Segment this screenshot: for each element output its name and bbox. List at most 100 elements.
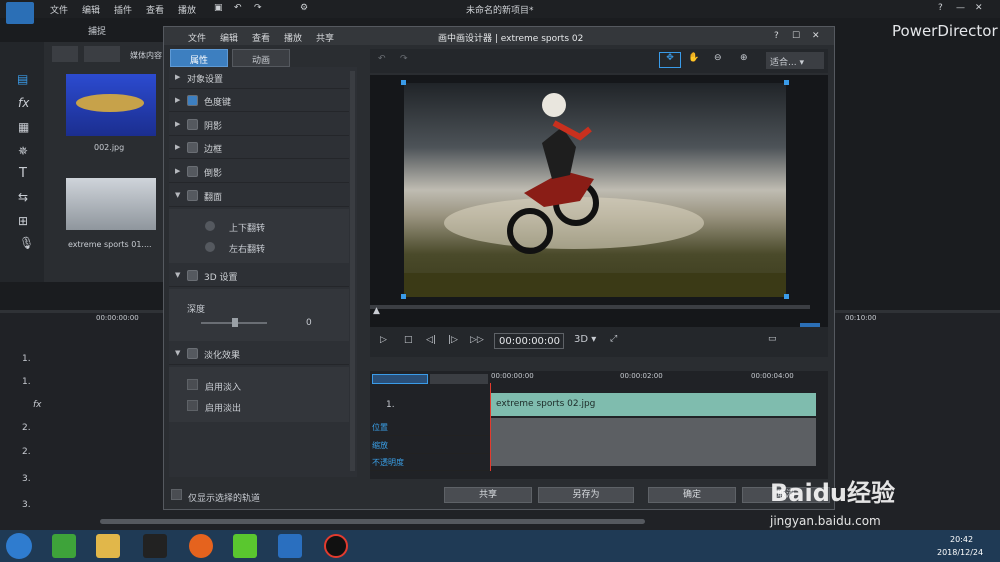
kf-row-opacity[interactable]: 不透明度: [370, 454, 490, 471]
menu-plugins[interactable]: 插件: [114, 3, 132, 16]
shadow-checkbox[interactable]: [187, 119, 198, 130]
main-timeline-scrollbar[interactable]: [100, 519, 645, 524]
hand-tool-icon[interactable]: ✋: [688, 53, 699, 63]
browser-360-icon[interactable]: [52, 534, 76, 558]
reflection-checkbox[interactable]: [187, 166, 198, 177]
menu-view[interactable]: 查看: [146, 3, 164, 16]
section-border[interactable]: ▶ 边框: [169, 137, 349, 159]
fullscreen-icon[interactable]: ⤢: [610, 334, 617, 344]
fx-room-icon[interactable]: fx: [18, 96, 29, 110]
dlg-menu-view[interactable]: 查看: [252, 31, 270, 44]
plugin-icon[interactable]: [84, 46, 120, 62]
dlg-menu-share[interactable]: 共享: [316, 31, 334, 44]
minimize-button[interactable]: —: [956, 3, 965, 13]
file-explorer-icon[interactable]: [96, 534, 120, 558]
play-icon[interactable]: ▷: [380, 335, 387, 345]
fast-forward-icon[interactable]: ▷▷: [470, 335, 484, 345]
dialog-maximize-button[interactable]: ☐: [792, 31, 800, 41]
next-frame-icon[interactable]: |▷: [448, 335, 458, 345]
media-content-tab[interactable]: 媒体内容: [130, 50, 162, 61]
properties-scrollbar[interactable]: [350, 71, 355, 471]
dlg-menu-file[interactable]: 文件: [188, 31, 206, 44]
depth-slider-thumb[interactable]: [232, 318, 238, 327]
resize-handle[interactable]: [401, 294, 406, 299]
close-button[interactable]: ✕: [975, 3, 983, 13]
dlg-menu-play[interactable]: 播放: [284, 31, 302, 44]
firefox-icon[interactable]: [189, 534, 213, 558]
section-shadow[interactable]: ▶ 阴影: [169, 114, 349, 136]
resize-handle[interactable]: [784, 294, 789, 299]
section-3d[interactable]: ▼ 3D 设置: [169, 265, 349, 287]
only-selected-checkbox[interactable]: [171, 489, 182, 500]
media-app-icon[interactable]: [233, 534, 257, 558]
menu-file[interactable]: 文件: [50, 3, 68, 16]
section-reflection[interactable]: ▶ 倒影: [169, 161, 349, 183]
flip-horizontal-radio[interactable]: [205, 242, 215, 252]
clip-extreme-sports[interactable]: extreme sports 02.jpg: [490, 393, 816, 416]
display-settings-icon[interactable]: ▭: [768, 334, 777, 344]
section-object-settings[interactable]: ▶ 对象设置: [169, 67, 349, 89]
media-thumb-002[interactable]: [66, 74, 156, 136]
pip-room-icon[interactable]: ▦: [18, 120, 29, 134]
share-button[interactable]: 共享: [444, 487, 532, 503]
tab-animation[interactable]: 动画: [232, 49, 290, 67]
fit-dropdown[interactable]: 适合... ▾: [766, 52, 824, 69]
keyframe-view-button[interactable]: [430, 374, 488, 384]
dlg-menu-edit[interactable]: 编辑: [220, 31, 238, 44]
flip-checkbox[interactable]: [187, 190, 198, 201]
stop-icon[interactable]: □: [404, 335, 413, 345]
menu-play[interactable]: 播放: [178, 3, 196, 16]
fade-checkbox[interactable]: [187, 348, 198, 359]
particle-room-icon[interactable]: ✵: [18, 144, 28, 158]
resize-handle[interactable]: [784, 80, 789, 85]
section-fade[interactable]: ▼ 淡化效果: [169, 343, 349, 365]
title-room-icon[interactable]: T: [19, 166, 27, 181]
keyframe-area[interactable]: [490, 418, 816, 466]
voice-record-icon[interactable]: 🎙: [19, 236, 34, 250]
dialog-help-button[interactable]: ?: [774, 31, 779, 41]
fade-in-checkbox[interactable]: [187, 379, 198, 390]
resize-handle[interactable]: [401, 80, 406, 85]
kf-row-scale[interactable]: 缩放: [370, 437, 490, 454]
section-flip[interactable]: ▼ 翻面: [169, 185, 349, 207]
3d-checkbox[interactable]: [187, 270, 198, 281]
transition-room-icon[interactable]: ⇆: [18, 190, 28, 204]
save-as-button[interactable]: 另存为: [538, 487, 634, 503]
audio-mix-room-icon[interactable]: ⊞: [18, 214, 28, 228]
playhead[interactable]: [490, 383, 491, 471]
powerdirector-taskbar-icon[interactable]: [278, 534, 302, 558]
chroma-key-checkbox[interactable]: [187, 95, 198, 106]
dialog-close-button[interactable]: ✕: [812, 31, 820, 41]
move-tool-icon[interactable]: ✥: [659, 52, 681, 68]
kf-row-position[interactable]: 位置: [370, 419, 490, 436]
3d-mode-dropdown[interactable]: 3D ▾: [574, 334, 596, 345]
flip-vertical-radio[interactable]: [205, 221, 215, 231]
import-icon[interactable]: [52, 46, 78, 62]
media-thumb-extreme[interactable]: [66, 178, 156, 230]
prev-frame-icon[interactable]: ◁|: [426, 335, 436, 345]
redo-icon[interactable]: ↷: [254, 3, 262, 13]
video-frame[interactable]: [404, 83, 786, 297]
settings-gear-icon[interactable]: ⚙: [300, 3, 308, 13]
ok-button[interactable]: 确定: [648, 487, 736, 503]
tab-properties[interactable]: 属性: [170, 49, 228, 67]
qq-icon[interactable]: [143, 534, 167, 558]
record-icon[interactable]: [324, 534, 348, 558]
section-chroma-key[interactable]: ▶ 色度键: [169, 90, 349, 112]
redo-icon[interactable]: ↷: [400, 54, 408, 64]
fade-out-checkbox[interactable]: [187, 400, 198, 411]
menu-edit[interactable]: 编辑: [82, 3, 100, 16]
zoom-in-icon[interactable]: ⊕: [740, 53, 748, 63]
track-view-button[interactable]: [372, 374, 428, 384]
undo-icon[interactable]: ↶: [234, 3, 242, 13]
capture-tab[interactable]: 捕捉: [88, 24, 106, 37]
border-checkbox[interactable]: [187, 142, 198, 153]
scrubber-thumb-icon[interactable]: ▲: [373, 306, 380, 316]
zoom-out-icon[interactable]: ⊖: [714, 53, 722, 63]
media-room-icon[interactable]: ▤: [17, 72, 28, 86]
preview-scrubber[interactable]: [370, 305, 810, 309]
save-icon[interactable]: ▣: [214, 3, 223, 13]
start-button[interactable]: [6, 533, 32, 559]
undo-icon[interactable]: ↶: [378, 54, 386, 64]
help-button[interactable]: ?: [938, 3, 943, 13]
